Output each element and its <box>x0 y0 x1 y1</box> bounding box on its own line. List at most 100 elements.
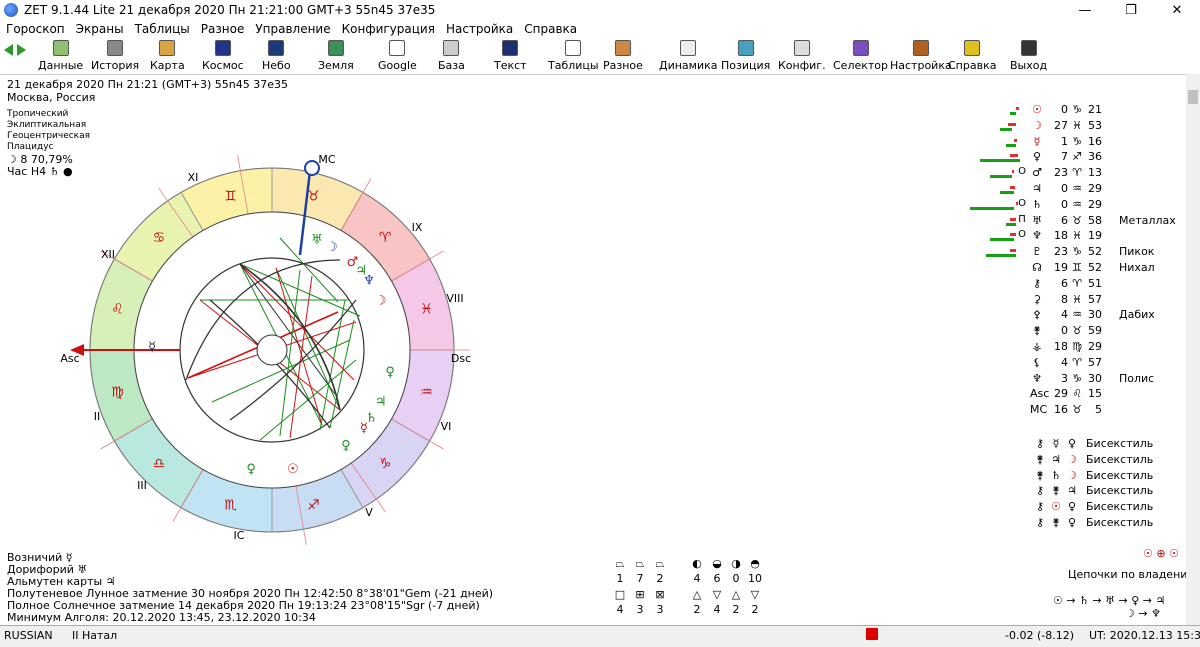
forward-arrow-icon[interactable] <box>17 44 26 56</box>
planet-row[interactable]: Asc 29 ♌ 15 <box>970 387 1175 402</box>
planet-row[interactable]: O ♂ 23 ♈ 13 <box>970 166 1175 181</box>
planet-sign: ♒ <box>1072 308 1082 322</box>
toolbar-button-3[interactable]: Космос <box>202 40 244 74</box>
planet-row[interactable]: ☽ 27 ♓ 53 <box>970 119 1175 134</box>
planet-row[interactable]: ☿ 1 ♑ 16 <box>970 135 1175 150</box>
maximize-button[interactable]: ❐ <box>1108 0 1154 20</box>
planet-glyph: ♅ <box>311 233 323 248</box>
menu-help[interactable]: Справка <box>524 22 577 36</box>
aspect-row[interactable]: ⚷ ⚵ ♃ Бисекстиль <box>1032 484 1153 499</box>
toolbar-button-17[interactable]: Выход <box>1010 40 1047 74</box>
planet-row[interactable]: П ♅ 6 ♉ 58 Металлах <box>970 214 1176 229</box>
planet-glyph: MC <box>1030 403 1048 417</box>
planet-row[interactable]: O ♄ 0 ♒ 29 <box>970 198 1175 213</box>
natal-chart-wheel[interactable]: ♉♊♋♌♍♎♏ ♐♑♒♓♈ ♅ ☽♂♃♆☽♀♃☿♀☉♀♄☿ MCICAsc DscXI… <box>0 145 480 555</box>
house-number: IX <box>412 221 423 234</box>
toolbar-icon <box>443 40 460 56</box>
menu-settings[interactable]: Настройка <box>446 22 513 36</box>
planet-row[interactable]: ⚳ 8 ♓ 57 <box>970 293 1175 308</box>
planet-glyph: ♄ <box>1032 197 1042 211</box>
toolbar-button-6[interactable]: Google <box>378 40 417 74</box>
planet-row[interactable]: MC 16 ♉ 5 <box>970 403 1175 418</box>
toolbar-icon <box>107 40 124 56</box>
toolbar-icon <box>852 40 869 56</box>
scrollbar-thumb[interactable] <box>1188 90 1198 104</box>
planet-glyph: ♆ <box>1032 229 1042 243</box>
planet-row[interactable]: ⚵ 0 ♉ 59 <box>970 324 1175 339</box>
menu-configuration[interactable]: Конфигурация <box>342 22 435 36</box>
planet-row[interactable]: O ♆ 18 ♓ 19 <box>970 229 1175 244</box>
planet-row[interactable]: ⚸ 4 ♈ 57 <box>970 356 1175 371</box>
toolbar-button-15[interactable]: Настройка <box>890 40 952 74</box>
planet-row[interactable]: ⚴ 4 ♒ 30 Дабих <box>970 308 1175 323</box>
menu-control[interactable]: Управление <box>255 22 330 36</box>
toolbar-button-2[interactable]: Карта <box>150 40 185 74</box>
minimize-button[interactable]: — <box>1062 0 1108 20</box>
toolbar-button-12[interactable]: Позиция <box>721 40 770 74</box>
aspect-row[interactable]: ⚵ ♄ ☽ Бисекстиль <box>1032 469 1153 484</box>
aspect-row[interactable]: ⚷ ☿ ♀ Бисекстиль <box>1032 437 1153 452</box>
zodiac-sign-glyph: ♊ <box>224 188 237 204</box>
strength-bar <box>986 254 1016 258</box>
aspect-row[interactable]: ⚷ ☉ ♀ Бисекстиль <box>1032 500 1153 515</box>
toolbar-button-1[interactable]: История <box>91 40 139 74</box>
chain-header: ☉ ⊕ ☉ <box>1143 547 1179 560</box>
vertical-scrollbar[interactable] <box>1186 74 1200 625</box>
menu-screens[interactable]: Экраны <box>76 22 124 36</box>
toolbar-button-4[interactable]: Небо <box>262 40 291 74</box>
planet-min: 52 <box>1088 245 1102 259</box>
planet-sign: ♊ <box>1072 261 1082 274</box>
planet-glyph: ☿ <box>148 340 156 355</box>
close-button[interactable]: ✕ <box>1154 0 1200 20</box>
house-number: V <box>365 506 373 519</box>
menu-tables[interactable]: Таблицы <box>135 22 190 36</box>
toolbar-button-16[interactable]: Справка <box>948 40 996 74</box>
back-arrow-icon[interactable] <box>4 44 13 56</box>
toolbar-button-14[interactable]: Селектор <box>833 40 888 74</box>
planet-sign: ♓ <box>1072 118 1082 132</box>
planet-min: 16 <box>1088 134 1102 148</box>
title-bar: ZET 9.1.44 Lite 21 декабря 2020 Пн 21:21… <box>0 0 1200 20</box>
toolbar-button-13[interactable]: Конфиг. <box>778 40 826 74</box>
toolbar-label: Космос <box>202 59 244 72</box>
planet-glyph: ♀ <box>341 439 351 454</box>
planet-sign: ♈ <box>1072 355 1082 369</box>
planet-glyph: ♃ <box>375 395 387 410</box>
planet-row[interactable]: ♀ 7 ♐ 36 <box>970 150 1175 165</box>
strength-bar <box>1006 222 1016 226</box>
status-mode: II Натал <box>72 629 118 642</box>
zodiac-sign-glyph: ♍ <box>111 384 124 400</box>
planet-row[interactable]: ⚶ 18 ♍ 29 <box>970 340 1175 355</box>
planet-row[interactable]: ♆ 3 ♑ 30 Полис <box>970 372 1175 387</box>
planet-row[interactable]: ♃ 0 ♒ 29 <box>970 182 1175 197</box>
toolbar-button-8[interactable]: Текст <box>494 40 527 74</box>
toolbar-button-5[interactable]: Земля <box>318 40 354 74</box>
toolbar-button-11[interactable]: Динамика <box>659 40 718 74</box>
ic-label: IC <box>234 529 245 542</box>
planet-row[interactable]: ♇ 23 ♑ 52 Пикок <box>970 245 1175 260</box>
planet-glyph: ☉ <box>287 462 299 477</box>
strength-bar <box>990 175 1012 179</box>
strength-bar <box>1010 112 1016 115</box>
planet-sign: ♈ <box>1072 166 1082 180</box>
planet-deg: 18 <box>1054 229 1068 243</box>
element-value: 0 <box>732 572 740 585</box>
planet-row[interactable]: ☉ 0 ♑ 21 <box>970 103 1175 118</box>
planet-note: Нихал <box>1119 261 1155 274</box>
menu-horoscope[interactable]: Гороскоп <box>6 22 65 36</box>
aspect-row[interactable]: ⚷ ⚵ ♀ Бисекстиль <box>1032 516 1153 531</box>
strength-bar <box>980 159 1020 163</box>
toolbar-button-10[interactable]: Разное <box>603 40 643 74</box>
toolbar-button-0[interactable]: Данные <box>38 40 83 74</box>
menu-misc[interactable]: Разное <box>201 22 245 36</box>
aspect-glyph: ⚵ <box>1051 516 1061 529</box>
house-number: XII <box>101 248 115 261</box>
toolbar-button-9[interactable]: Таблицы <box>548 40 599 74</box>
planet-row[interactable]: ⚷ 6 ♈ 51 <box>970 277 1175 292</box>
aspect-row[interactable]: ⚵ ♃ ☽ Бисекстиль <box>1032 453 1153 468</box>
planet-row[interactable]: ☊ 19 ♊ 52 Нихал <box>970 261 1175 276</box>
toolbar-icon <box>912 40 929 56</box>
toolbar-button-7[interactable]: База <box>438 40 465 74</box>
aspect-label: Бисекстиль <box>1086 452 1154 466</box>
toolbar-icon <box>502 40 519 56</box>
